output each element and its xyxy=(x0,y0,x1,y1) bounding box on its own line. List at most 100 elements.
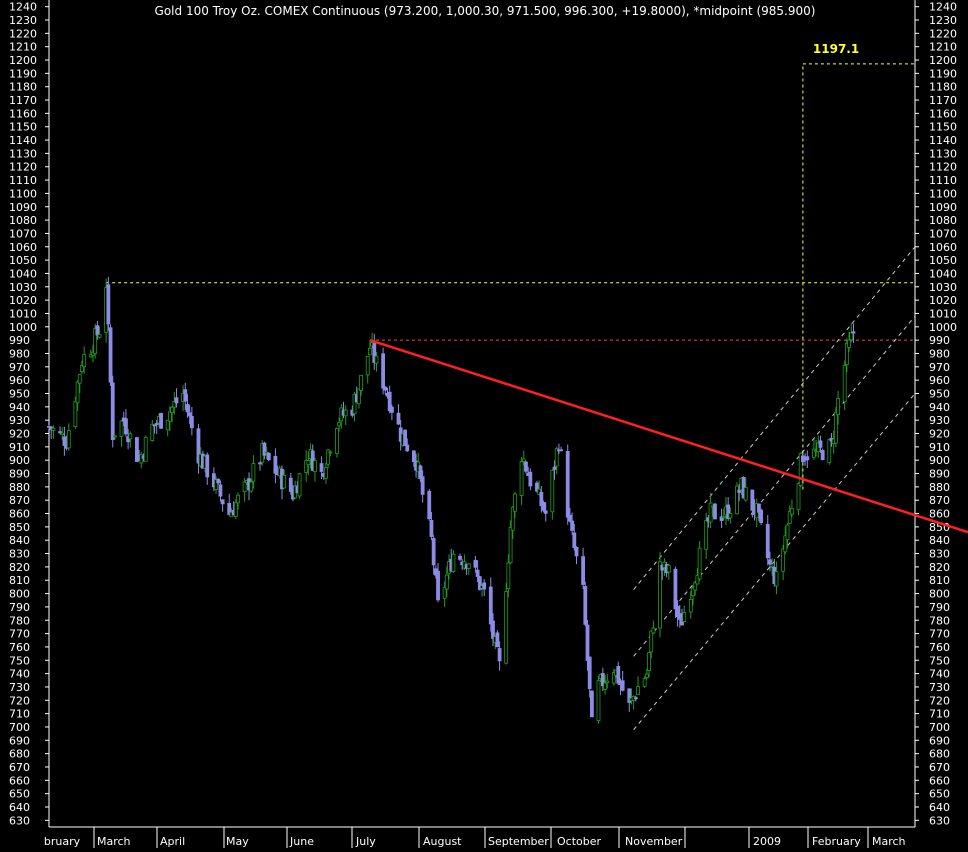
y-tick-label: 940 xyxy=(9,401,30,414)
y-tick-label: 720 xyxy=(929,694,950,707)
y-tick-label: 890 xyxy=(929,468,950,481)
price-bar-body xyxy=(174,397,179,404)
y-tick-label: 1080 xyxy=(929,214,957,227)
y-tick-label: 750 xyxy=(929,654,950,667)
price-bar-body xyxy=(51,427,56,431)
price-bar-body xyxy=(313,460,317,472)
price-bar-body xyxy=(842,365,847,403)
y-tick-label: 1030 xyxy=(929,281,957,294)
y-tick-label: 910 xyxy=(929,441,950,454)
price-bar-body xyxy=(436,570,440,601)
y-tick-label: 1200 xyxy=(929,54,957,67)
y-tick-label: 800 xyxy=(9,588,30,601)
y-tick-label: 770 xyxy=(9,628,30,641)
y-tick-label: 1060 xyxy=(929,241,957,254)
price-bar-body xyxy=(128,433,133,440)
price-bar-body xyxy=(288,477,293,492)
price-bar-body xyxy=(466,563,471,569)
price-bar-body xyxy=(524,461,528,472)
price-bar-body xyxy=(651,627,656,634)
y-tick-label: 770 xyxy=(929,628,950,641)
price-bar-body xyxy=(519,461,524,496)
y-tick-label: 1020 xyxy=(929,294,957,307)
y-tick-label: 740 xyxy=(9,668,30,681)
price-bar-body xyxy=(759,509,764,523)
price-bar-body xyxy=(135,437,139,462)
price-bar-body xyxy=(568,514,572,522)
price-bar-body xyxy=(796,483,801,511)
price-bar-body xyxy=(396,412,401,425)
y-tick-label: 1010 xyxy=(929,307,957,320)
price-bar-body xyxy=(143,436,148,462)
price-bar-body xyxy=(110,382,115,440)
y-tick-label: 880 xyxy=(929,481,950,494)
price-bar-body xyxy=(236,494,240,504)
y-tick-label: 820 xyxy=(9,561,30,574)
price-bar-body xyxy=(251,463,256,482)
y-tick-label: 1160 xyxy=(929,107,957,120)
x-tick-label: September xyxy=(488,835,549,848)
y-tick-label: 1010 xyxy=(9,307,37,320)
price-bar-body xyxy=(335,428,339,454)
price-bar-body xyxy=(820,450,825,461)
x-tick-label: April xyxy=(160,835,185,848)
y-tick-label: 800 xyxy=(929,588,950,601)
price-bar-body xyxy=(242,481,247,493)
price-bar-body xyxy=(521,458,526,462)
y-tick-label: 1230 xyxy=(929,14,957,27)
price-bar-body xyxy=(458,555,462,560)
y-tick-label: 970 xyxy=(929,361,950,374)
price-bar-body xyxy=(297,473,302,497)
price-bar-body xyxy=(383,386,388,391)
y-tick-label: 1150 xyxy=(9,121,37,134)
y-tick-label: 1110 xyxy=(9,174,37,187)
y-tick-label: 930 xyxy=(9,414,30,427)
price-bar-body xyxy=(605,680,610,684)
y-tick-label: 710 xyxy=(9,708,30,721)
y-tick-label: 790 xyxy=(929,601,950,614)
price-bar-body xyxy=(389,406,394,413)
y-tick-label: 1230 xyxy=(9,14,37,27)
y-tick-label: 720 xyxy=(9,694,30,707)
price-bar-body xyxy=(451,553,456,572)
price-bar-body xyxy=(187,412,192,417)
price-bar-body xyxy=(189,416,194,429)
y-tick-label: 700 xyxy=(929,721,950,734)
y-tick-label: 1170 xyxy=(929,94,957,107)
y-tick-label: 680 xyxy=(9,748,30,761)
price-bar-body xyxy=(528,471,533,487)
y-tick-label: 880 xyxy=(9,481,30,494)
price-bar-body xyxy=(218,484,223,497)
y-tick-label: 1130 xyxy=(929,147,957,160)
price-bar-body xyxy=(616,666,621,684)
x-tick-label: 2009 xyxy=(753,835,781,848)
price-bar-body xyxy=(266,452,271,461)
price-bar-body xyxy=(673,568,678,610)
price-bar-body xyxy=(847,339,851,348)
y-tick-label: 1110 xyxy=(929,174,957,187)
y-tick-label: 640 xyxy=(9,801,30,814)
y-tick-label: 1080 xyxy=(9,214,37,227)
y-tick-label: 1220 xyxy=(929,27,957,40)
target-label: 1197.1 xyxy=(813,42,859,56)
price-bar-body xyxy=(666,565,671,573)
price-bar-body xyxy=(95,325,100,336)
y-tick-label: 740 xyxy=(929,668,950,681)
chart-svg: Gold 100 Troy Oz. COMEX Continuous (973.… xyxy=(0,0,968,848)
y-tick-label: 1030 xyxy=(9,281,37,294)
y-tick-label: 1140 xyxy=(929,134,957,147)
price-bar-body xyxy=(429,520,434,537)
price-bar-body xyxy=(152,424,157,427)
y-tick-label: 1070 xyxy=(9,227,37,240)
y-tick-label: 730 xyxy=(929,681,950,694)
y-tick-label: 1190 xyxy=(9,67,37,80)
price-bar-body xyxy=(750,489,755,511)
y-tick-label: 1060 xyxy=(9,241,37,254)
y-tick-label: 1180 xyxy=(929,81,957,94)
y-tick-label: 950 xyxy=(9,387,30,400)
y-tick-label: 1020 xyxy=(9,294,37,307)
y-tick-label: 920 xyxy=(9,428,30,441)
price-bar-body xyxy=(737,489,742,493)
y-tick-label: 850 xyxy=(9,521,30,534)
price-bar-body xyxy=(75,381,80,404)
